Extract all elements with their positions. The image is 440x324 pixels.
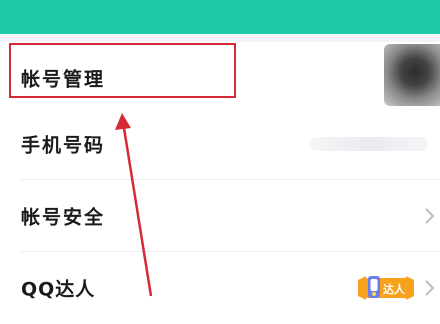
settings-row-account-security[interactable]: 帐号安全 (0, 180, 440, 252)
chevron-right-icon (425, 280, 435, 296)
phone-number-label: 手机号码 (21, 134, 106, 157)
top-bar (0, 0, 440, 34)
avatar (384, 44, 440, 106)
qq-daren-badge-icon: 达人 (356, 274, 416, 302)
phone-number-value-blurred (310, 137, 428, 151)
badge-text: 达人 (383, 283, 405, 296)
qq-daren-label: QQ达人 (21, 278, 96, 301)
settings-row-qq-daren[interactable]: QQ达人 达人 (0, 252, 440, 324)
section-gap (0, 34, 440, 42)
chevron-right-icon (425, 208, 435, 224)
annotation-highlight-box (9, 43, 236, 98)
settings-row-phone-number[interactable]: 手机号码 (0, 108, 440, 180)
account-security-label: 帐号安全 (21, 206, 106, 229)
